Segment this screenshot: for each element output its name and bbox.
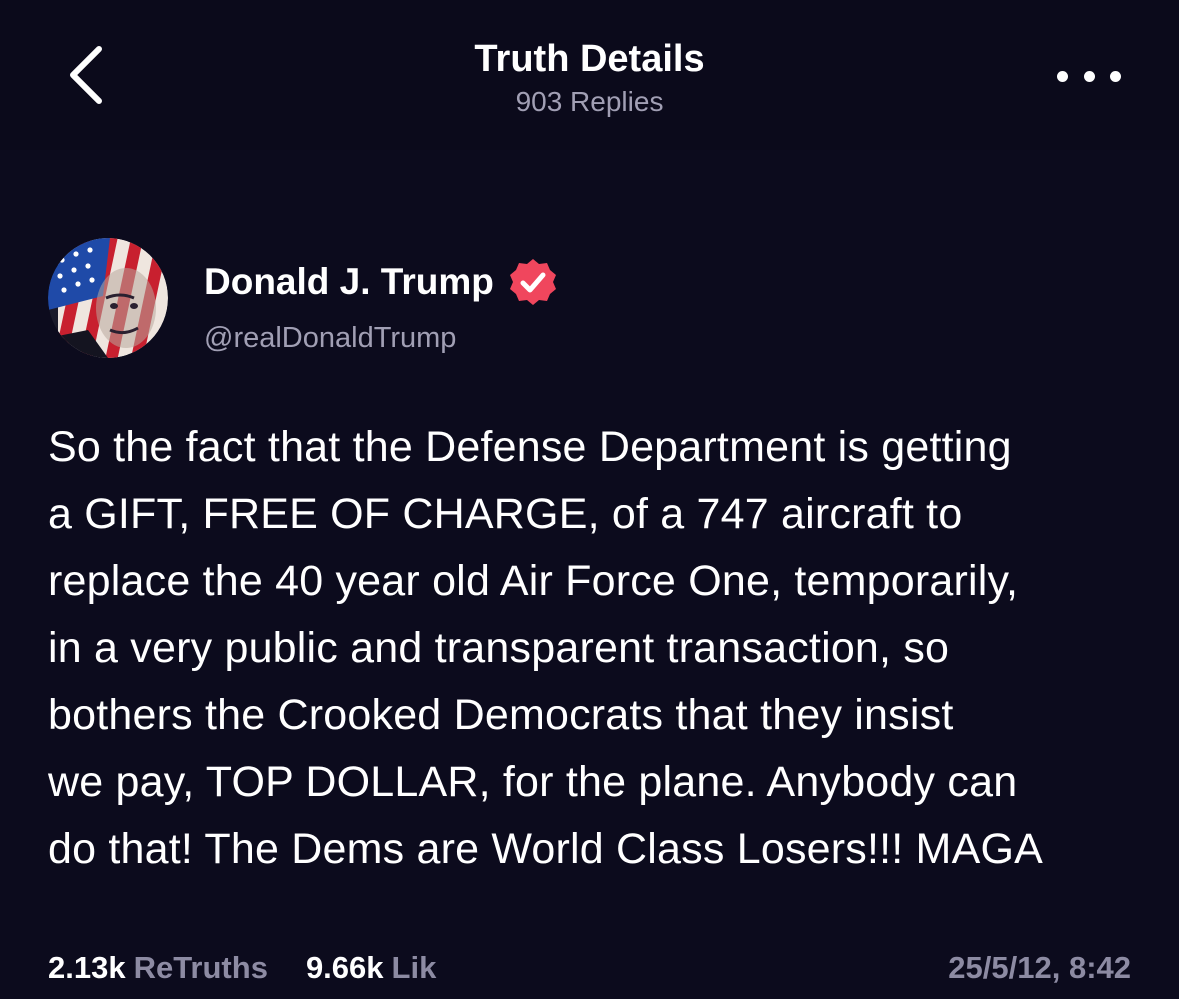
likes-count: 9.66k: [305, 950, 384, 985]
likes-label: Lik: [391, 950, 437, 985]
top-navigation-bar: Truth Details 903 Replies: [0, 0, 1179, 150]
more-dot: [1110, 70, 1121, 82]
post-line: a GIFT, FREE OF CHARGE, of a 747 aircraf…: [48, 490, 963, 538]
more-options-button[interactable]: [1057, 58, 1121, 94]
retruths-label: ReTruths: [133, 950, 268, 985]
truth-details-screen: Truth Details 903 Replies Donald J. Trum…: [0, 0, 1179, 999]
post-timestamp: 25/5/12, 8:42: [948, 950, 1131, 985]
author-row: Donald J. Trump: [204, 256, 558, 308]
post-line: do that! The Dems are World Class Losers…: [48, 825, 1043, 873]
american-flag-face-avatar: [48, 238, 168, 358]
author-handle[interactable]: @realDonaldTrump: [204, 322, 456, 355]
retruths-stat[interactable]: 2.13k ReTruths: [48, 950, 268, 986]
replies-count: 903 Replies: [515, 86, 664, 117]
author-name[interactable]: Donald J. Trump: [204, 261, 494, 303]
post-line: we pay, TOP DOLLAR, for the plane. Anybo…: [48, 758, 1018, 806]
post-stats: 2.13k ReTruths 9.66k Lik: [48, 946, 436, 990]
more-dot: [1083, 70, 1095, 82]
post-line: So the fact that the Defense Department …: [48, 423, 1012, 471]
verified-badge-icon: [509, 259, 556, 305]
post-line: bothers the Crooked Democrats that they …: [48, 691, 954, 739]
post-line: replace the 40 year old Air Force One, t…: [48, 557, 1019, 605]
more-horizontal-icon: [1057, 70, 1068, 82]
likes-stat[interactable]: 9.66k Lik: [306, 950, 436, 986]
post-text: So the fact that the Defense Department …: [48, 414, 1148, 883]
post-line: in a very public and transparent transac…: [48, 624, 950, 672]
avatar[interactable]: [48, 238, 168, 358]
retruths-count: 2.13k: [48, 950, 126, 985]
page-title: Truth Details: [474, 38, 705, 80]
blurred-region: [460, 948, 710, 992]
